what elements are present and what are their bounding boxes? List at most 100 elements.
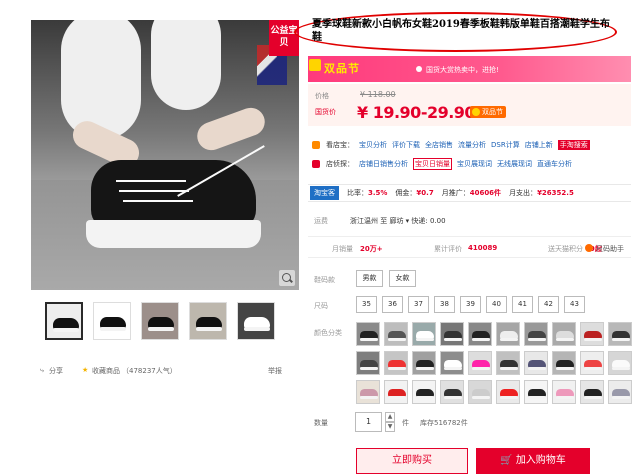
color-swatch[interactable] [412,351,436,375]
size-option[interactable]: 37 [408,296,429,313]
photo-lace [119,190,189,192]
swatch-sole [612,367,630,370]
swatch-sole [584,338,602,341]
size-option[interactable]: 43 [564,296,585,313]
size-option[interactable]: 40 [486,296,507,313]
buy-now-button[interactable]: 立即购买 [356,448,468,474]
color-swatch[interactable] [468,351,492,375]
swatch-sole [500,338,518,341]
color-swatch[interactable] [608,351,632,375]
zoom-icon[interactable] [279,270,295,286]
color-swatch[interactable] [496,322,520,346]
color-swatch[interactable] [384,380,408,404]
favorite-link[interactable]: 收藏商品 [92,366,120,376]
size-option[interactable]: 39 [460,296,481,313]
color-swatch[interactable] [440,380,464,404]
color-swatch[interactable] [608,380,632,404]
color-swatch[interactable] [524,351,548,375]
banner-dot-icon [416,66,422,72]
style-option[interactable]: 男款 [356,270,383,287]
color-swatch[interactable] [412,380,436,404]
color-swatch[interactable] [496,351,520,375]
color-swatch[interactable] [468,322,492,346]
banner-logo: 双品节 [324,62,360,75]
color-swatch[interactable] [356,380,380,404]
color-swatch[interactable] [412,322,436,346]
color-swatch[interactable] [524,322,548,346]
color-swatch[interactable] [384,322,408,346]
color-swatch[interactable] [552,380,576,404]
swatch-sole [444,338,462,341]
size-option[interactable]: 36 [382,296,403,313]
stat-value: 3.5% [368,189,388,197]
swatch-sole [416,338,434,341]
tool-link[interactable]: 直通车分析 [537,159,572,169]
color-swatch[interactable] [552,322,576,346]
color-swatch[interactable] [524,380,548,404]
shipping-info[interactable]: 浙江温州 至 廊坊 ▾ 快递: 0.00 [350,216,446,226]
tool-link[interactable]: 无线展现词 [497,159,532,169]
main-product-image[interactable]: 公益宝贝 [31,20,299,290]
share-icon[interactable]: ⤷ [40,366,44,375]
tool-link[interactable]: 评价下载 [392,140,420,150]
thumbnail[interactable] [141,302,179,340]
tool-link[interactable]: DSR计算 [491,140,520,150]
thumbnail[interactable] [93,302,131,340]
store-tool-icon [312,141,320,149]
promo-price-label: 国货价 [315,108,336,116]
report-link[interactable]: 举报 [268,366,282,376]
color-swatch[interactable] [496,380,520,404]
share-link[interactable]: 分享 [49,366,63,376]
swatch-sole [528,396,546,399]
tool-link-highlight[interactable]: 手淘搜索 [557,140,590,150]
photo-lace [123,200,193,202]
swatch-sole [556,367,574,370]
color-swatch[interactable] [608,322,632,346]
tool-link[interactable]: 宝贝分析 [359,140,387,150]
swatch-sole [528,338,546,341]
tool-link[interactable]: 流量分析 [458,140,486,150]
swatch-sole [360,396,378,399]
quantity-label: 数量 [314,419,328,427]
color-swatch[interactable] [384,351,408,375]
color-swatch[interactable] [440,322,464,346]
thumbnail[interactable] [45,302,83,340]
color-swatch[interactable] [356,322,380,346]
thumbnail[interactable] [237,302,275,340]
tool-link[interactable]: 全店销售 [425,140,453,150]
color-swatch[interactable] [468,380,492,404]
promo-tag: 双品节 [470,106,506,118]
original-price: ¥ 118.00 [360,90,396,99]
thumbnail[interactable] [189,302,227,340]
photo-leg-left [61,20,141,140]
quantity-increase-button[interactable]: ▲ [385,412,395,422]
tool-link[interactable]: 店铺日销售分析 [359,159,408,169]
color-swatch[interactable] [552,351,576,375]
swatch-sole [584,396,602,399]
swatch-sole [556,338,574,341]
sales-summary: 月销量 20万+ 累计评价 410089 送天猫积分 9起 尺码助手 [308,236,631,258]
style-option[interactable]: 女款 [389,270,416,287]
star-icon[interactable]: ★ [82,366,88,374]
color-swatch[interactable] [580,351,604,375]
stat-label: 月推广： [441,189,470,197]
promo-banner[interactable]: 双品节 国货大赏热卖中，进抢! [308,56,631,82]
size-option[interactable]: 42 [538,296,559,313]
tool-link[interactable]: 宝贝展现词 [457,159,492,169]
color-swatch[interactable] [440,351,464,375]
size-helper-link[interactable]: 尺码助手 [596,244,624,254]
add-to-cart-button[interactable]: 🛒 加入购物车 [476,448,590,474]
size-option[interactable]: 41 [512,296,533,313]
color-swatch[interactable] [580,380,604,404]
color-swatch[interactable] [356,351,380,375]
size-option[interactable]: 35 [356,296,377,313]
quantity-decrease-button[interactable]: ▼ [385,422,395,432]
style-label: 鞋码款 [314,276,335,284]
reviews-value[interactable]: 410089 [468,244,497,252]
tool-link[interactable]: 店铺上新 [525,140,553,150]
tool-link-highlight[interactable]: 宝贝日销量 [413,158,452,170]
color-swatch[interactable] [580,322,604,346]
monthly-sales-value: 20万+ [360,245,383,253]
quantity-input[interactable]: 1 [355,412,382,432]
size-option[interactable]: 38 [434,296,455,313]
